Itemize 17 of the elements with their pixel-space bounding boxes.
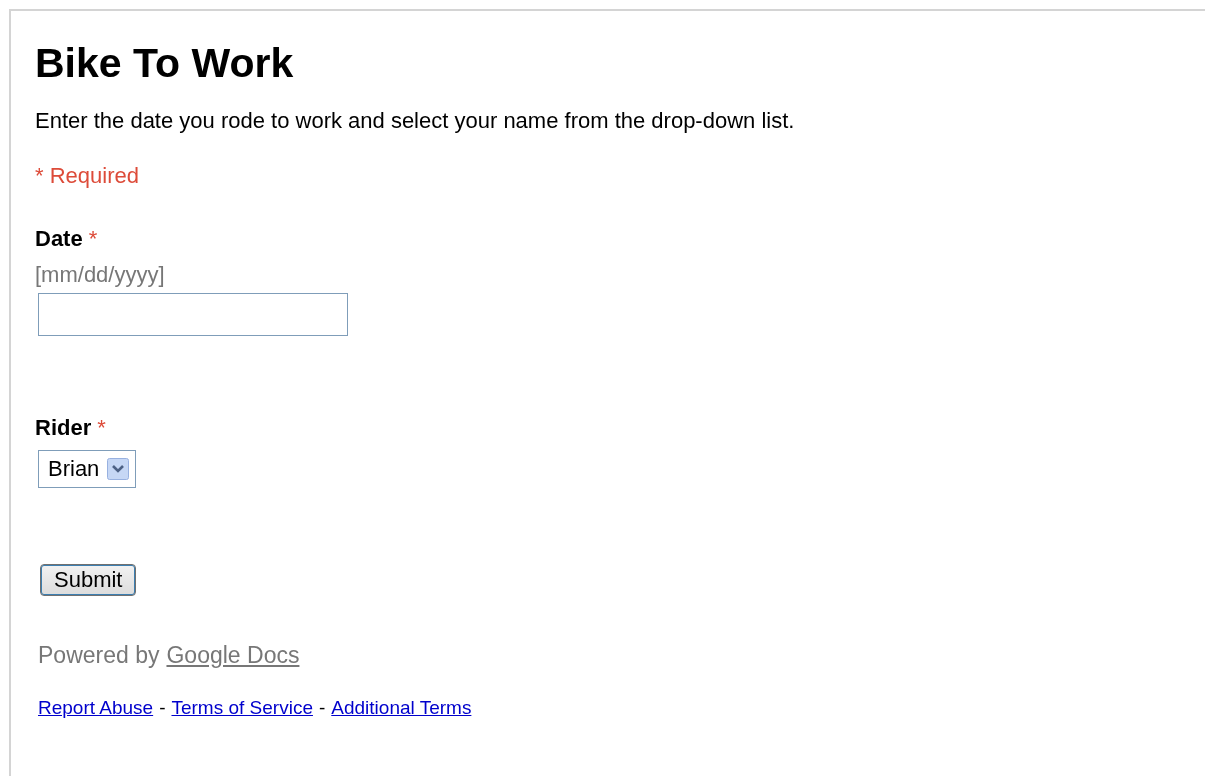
separator: - xyxy=(318,697,326,719)
form-description: Enter the date you rode to work and select your name from the drop-down list. xyxy=(35,107,795,135)
help-text: [mm/dd/yyyy] xyxy=(35,261,165,289)
form-title: Bike To Work xyxy=(35,39,294,88)
required-mark: * xyxy=(88,225,98,253)
field-label: Rider xyxy=(35,414,92,442)
footer-link[interactable]: Additional Terms xyxy=(331,697,472,719)
footer-link[interactable]: Terms of Service xyxy=(171,697,313,719)
footer-link[interactable]: Report Abuse xyxy=(38,697,154,719)
required-mark: * xyxy=(97,414,106,442)
google-docs-link[interactable]: Google Docs xyxy=(166,642,300,669)
submit-button[interactable]: Submit xyxy=(40,564,137,596)
field-label: Date xyxy=(35,225,83,253)
rider-dropdown[interactable]: Brian xyxy=(38,450,137,488)
required-note: * Required xyxy=(35,162,139,190)
separator: - xyxy=(159,697,166,719)
powered-by-text: Powered by xyxy=(38,642,160,669)
